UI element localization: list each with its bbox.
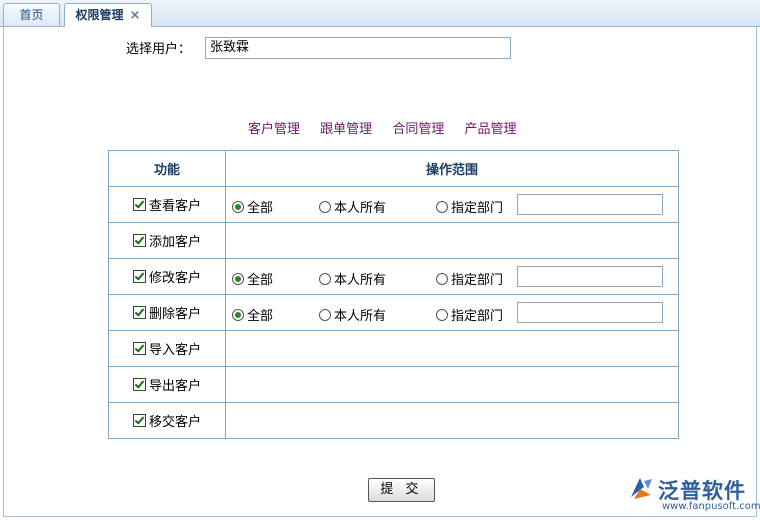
scope-cell: 全部 本人所有 指定部门: [225, 294, 679, 331]
function-label: 导入客户: [148, 343, 201, 358]
function-label: 查看客户: [148, 199, 201, 214]
table-row: 修改客户 全部 本人所有 指定部门: [108, 258, 679, 295]
function-checkbox[interactable]: [132, 414, 146, 427]
scope-cell: [225, 330, 679, 367]
scope-option[interactable]: 指定部门: [436, 197, 503, 216]
scope-radio[interactable]: [436, 201, 448, 213]
scope-option[interactable]: 全部: [232, 269, 273, 288]
scope-radio[interactable]: [436, 273, 448, 285]
table-header-row: 功能 操作范围: [108, 150, 679, 187]
scope-radio[interactable]: [232, 273, 244, 285]
function-cell: 删除客户: [108, 294, 226, 331]
scope-option-label: 本人所有: [334, 309, 387, 324]
table-row: 添加客户: [108, 222, 679, 259]
logo-url: www.fanpusoft.com: [662, 501, 760, 512]
scope-option[interactable]: 全部: [232, 305, 273, 324]
scope-option-label: 指定部门: [451, 309, 504, 324]
select-user-label: 选择用户：: [126, 42, 192, 57]
table-row: 导入客户: [108, 330, 679, 367]
module-link-product[interactable]: 产品管理: [464, 122, 516, 137]
table-row: 移交客户: [108, 402, 679, 439]
function-checkbox[interactable]: [132, 342, 146, 355]
close-icon[interactable]: ×: [130, 8, 141, 23]
function-cell: 移交客户: [108, 402, 226, 439]
scope-option-label: 全部: [247, 309, 274, 324]
select-user-input[interactable]: 张致霖: [205, 37, 511, 59]
column-header-scope: 操作范围: [225, 150, 679, 187]
scope-option[interactable]: 指定部门: [436, 269, 503, 288]
scope-radio[interactable]: [232, 309, 244, 321]
tab-bar: 首页 权限管理 ×: [0, 0, 760, 27]
department-input[interactable]: [517, 266, 663, 287]
scope-option[interactable]: 本人所有: [319, 305, 386, 324]
tab-home-label: 首页: [19, 8, 44, 22]
brand-logo: 泛普软件 www.fanpusoft.com: [628, 473, 760, 519]
table-row: 删除客户 全部 本人所有 指定部门: [108, 294, 679, 331]
scope-option[interactable]: 全部: [232, 197, 273, 216]
function-checkbox[interactable]: [132, 234, 146, 247]
scope-option[interactable]: 本人所有: [319, 197, 386, 216]
scope-radio[interactable]: [319, 201, 331, 213]
function-checkbox[interactable]: [132, 378, 146, 391]
scope-radio[interactable]: [319, 273, 331, 285]
table-row: 查看客户 全部 本人所有 指定部门: [108, 186, 679, 223]
scope-option-label: 本人所有: [334, 201, 387, 216]
department-input[interactable]: [517, 194, 663, 215]
tab-permission-management[interactable]: 权限管理 ×: [64, 3, 152, 27]
function-cell: 修改客户: [108, 258, 226, 295]
tab-home[interactable]: 首页: [3, 3, 60, 26]
table-row: 导出客户: [108, 366, 679, 403]
scope-option[interactable]: 本人所有: [319, 269, 386, 288]
function-checkbox[interactable]: [132, 198, 146, 211]
function-cell: 查看客户: [108, 186, 226, 223]
function-label: 导出客户: [148, 379, 201, 394]
scope-option-label: 指定部门: [451, 273, 504, 288]
scope-cell: 全部 本人所有 指定部门: [225, 258, 679, 295]
scope-option-label: 全部: [247, 201, 274, 216]
module-link-customer[interactable]: 客户管理: [248, 122, 300, 137]
function-label: 修改客户: [148, 271, 201, 286]
scope-option-label: 全部: [247, 273, 274, 288]
function-label: 移交客户: [148, 415, 201, 430]
column-header-function: 功能: [108, 150, 226, 187]
scope-cell: [225, 222, 679, 259]
submit-button[interactable]: 提 交: [368, 478, 435, 502]
function-cell: 导入客户: [108, 330, 226, 367]
function-checkbox[interactable]: [132, 306, 146, 319]
module-link-followup[interactable]: 跟单管理: [320, 122, 372, 137]
module-link-contract[interactable]: 合同管理: [392, 122, 444, 137]
scope-option-label: 指定部门: [451, 201, 504, 216]
function-cell: 添加客户: [108, 222, 226, 259]
function-label: 删除客户: [148, 307, 201, 322]
scope-cell: [225, 402, 679, 439]
scope-option-label: 本人所有: [334, 273, 387, 288]
scope-radio[interactable]: [319, 309, 331, 321]
module-links: 客户管理 跟单管理 合同管理 产品管理: [248, 118, 532, 137]
department-input[interactable]: [517, 302, 663, 323]
function-cell: 导出客户: [108, 366, 226, 403]
scope-cell: [225, 366, 679, 403]
scope-option[interactable]: 指定部门: [436, 305, 503, 324]
permission-table: 功能 操作范围 查看客户 全部 本人所有 指定部门 添加客户 修改客户 全部 本人所有 指定部门…: [108, 150, 679, 439]
scope-radio[interactable]: [232, 201, 244, 213]
scope-cell: 全部 本人所有 指定部门: [225, 186, 679, 223]
function-checkbox[interactable]: [132, 270, 146, 283]
scope-radio[interactable]: [436, 309, 448, 321]
logo-mark-icon: [631, 478, 652, 499]
function-label: 添加客户: [148, 235, 201, 250]
tab-permission-label: 权限管理: [75, 8, 124, 22]
